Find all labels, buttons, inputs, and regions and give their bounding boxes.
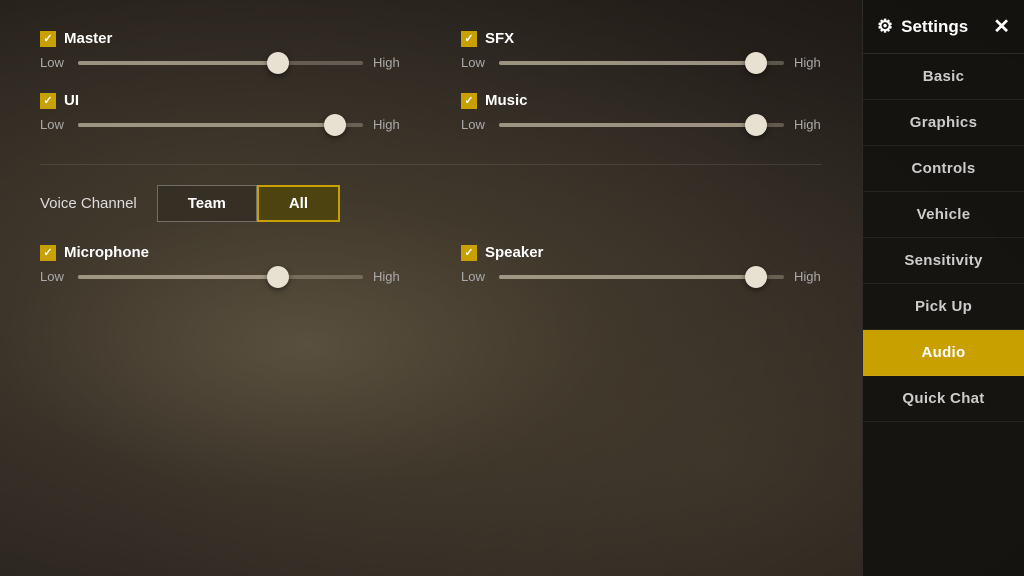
sfx-fill xyxy=(499,61,756,65)
music-thumb[interactable] xyxy=(745,114,767,136)
master-label-row: Master xyxy=(40,30,401,47)
speaker-checkbox[interactable] xyxy=(461,245,477,261)
sfx-label-row: SFX xyxy=(461,30,822,47)
speaker-track[interactable] xyxy=(499,275,784,279)
gear-icon: ⚙ xyxy=(877,16,893,37)
speaker-high: High xyxy=(794,269,822,284)
ui-track[interactable] xyxy=(78,123,363,127)
speaker-block: Speaker Low High xyxy=(461,244,822,284)
ui-checkbox[interactable] xyxy=(40,93,56,109)
master-fill xyxy=(78,61,278,65)
speaker-slider-row: Low High xyxy=(461,269,822,284)
microphone-block: Microphone Low High xyxy=(40,244,401,284)
master-track[interactable] xyxy=(78,61,363,65)
master-label: Master xyxy=(64,30,112,47)
sidebar-item-basic[interactable]: Basic xyxy=(863,54,1024,100)
sidebar-item-pickup[interactable]: Pick Up xyxy=(863,284,1024,330)
ui-label: UI xyxy=(64,92,79,109)
microphone-fill xyxy=(78,275,278,279)
master-slider-row: Low High xyxy=(40,55,401,70)
music-label: Music xyxy=(485,92,528,109)
sidebar: ⚙ Settings ✕ Basic Graphics Controls Veh… xyxy=(862,0,1024,576)
ui-fill xyxy=(78,123,335,127)
music-checkbox[interactable] xyxy=(461,93,477,109)
music-block: Music Low High xyxy=(461,92,822,132)
sidebar-title: ⚙ Settings xyxy=(877,16,968,37)
master-thumb[interactable] xyxy=(267,52,289,74)
master-block: Master Low High xyxy=(40,30,401,70)
ui-low: Low xyxy=(40,117,68,132)
speaker-thumb[interactable] xyxy=(745,266,767,288)
microphone-track[interactable] xyxy=(78,275,363,279)
master-checkbox[interactable] xyxy=(40,31,56,47)
divider xyxy=(40,164,822,165)
sidebar-nav: Basic Graphics Controls Vehicle Sensitiv… xyxy=(863,54,1024,576)
top-sliders-grid: Master Low High SFX Low xyxy=(40,30,822,154)
music-label-row: Music xyxy=(461,92,822,109)
sidebar-item-graphics[interactable]: Graphics xyxy=(863,100,1024,146)
sfx-label: SFX xyxy=(485,30,514,47)
speaker-label-row: Speaker xyxy=(461,244,822,261)
close-icon[interactable]: ✕ xyxy=(993,14,1010,39)
ui-slider-row: Low High xyxy=(40,117,401,132)
sidebar-item-vehicle[interactable]: Vehicle xyxy=(863,192,1024,238)
speaker-fill xyxy=(499,275,756,279)
microphone-low: Low xyxy=(40,269,68,284)
music-low: Low xyxy=(461,117,489,132)
voice-channel-section: Voice Channel Team All xyxy=(40,185,822,222)
master-high: High xyxy=(373,55,401,70)
main-content: Master Low High SFX Low xyxy=(0,0,862,576)
sidebar-item-sensitivity[interactable]: Sensitivity xyxy=(863,238,1024,284)
settings-title-label: Settings xyxy=(901,17,968,37)
sfx-block: SFX Low High xyxy=(461,30,822,70)
ui-thumb[interactable] xyxy=(324,114,346,136)
sfx-track[interactable] xyxy=(499,61,784,65)
music-slider-row: Low High xyxy=(461,117,822,132)
music-track[interactable] xyxy=(499,123,784,127)
sfx-thumb[interactable] xyxy=(745,52,767,74)
speaker-label: Speaker xyxy=(485,244,543,261)
device-sliders-grid: Microphone Low High Speaker Low xyxy=(40,244,822,306)
sfx-high: High xyxy=(794,55,822,70)
ui-block: UI Low High xyxy=(40,92,401,132)
sfx-slider-row: Low High xyxy=(461,55,822,70)
sidebar-header: ⚙ Settings ✕ xyxy=(863,0,1024,54)
sfx-checkbox[interactable] xyxy=(461,31,477,47)
microphone-thumb[interactable] xyxy=(267,266,289,288)
sidebar-item-quickchat[interactable]: Quick Chat xyxy=(863,376,1024,422)
microphone-label-row: Microphone xyxy=(40,244,401,261)
microphone-label: Microphone xyxy=(64,244,149,261)
sidebar-item-controls[interactable]: Controls xyxy=(863,146,1024,192)
speaker-low: Low xyxy=(461,269,489,284)
ui-label-row: UI xyxy=(40,92,401,109)
voice-channel-team-button[interactable]: Team xyxy=(157,185,257,222)
sfx-low: Low xyxy=(461,55,489,70)
music-high: High xyxy=(794,117,822,132)
microphone-checkbox[interactable] xyxy=(40,245,56,261)
microphone-high: High xyxy=(373,269,401,284)
sidebar-item-audio[interactable]: Audio xyxy=(863,330,1024,376)
master-low: Low xyxy=(40,55,68,70)
microphone-slider-row: Low High xyxy=(40,269,401,284)
voice-channel-all-button[interactable]: All xyxy=(257,185,340,222)
music-fill xyxy=(499,123,756,127)
voice-channel-label: Voice Channel xyxy=(40,195,137,212)
ui-high: High xyxy=(373,117,401,132)
voice-channel-buttons: Team All xyxy=(157,185,340,222)
